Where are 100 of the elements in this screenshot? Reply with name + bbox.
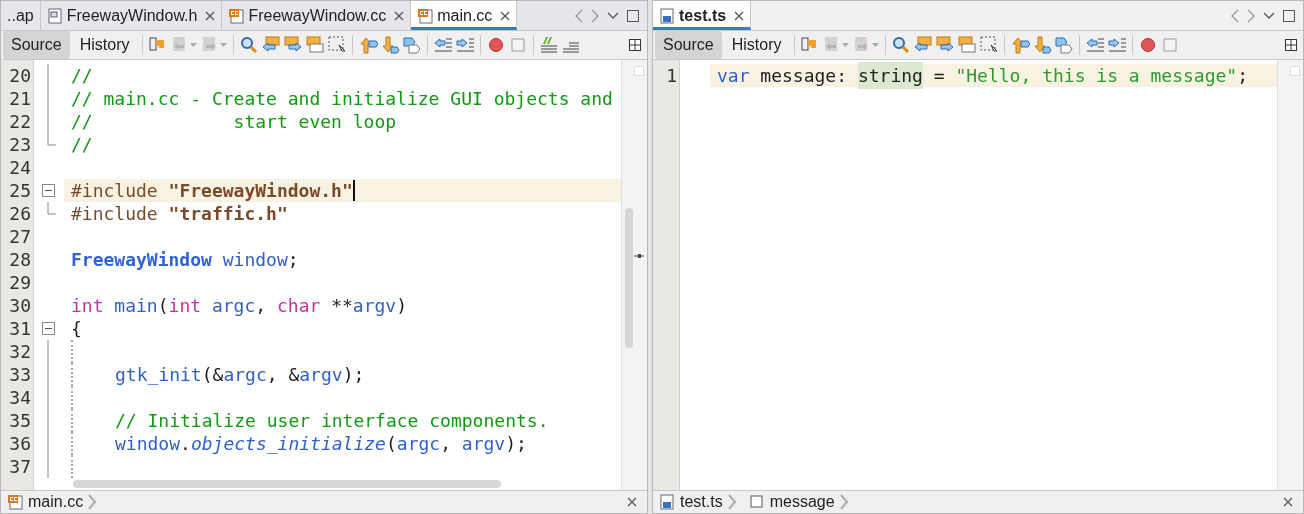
line-number: 31 <box>8 317 32 340</box>
line-number: 35 <box>8 409 32 432</box>
up-arrow-icon[interactable] <box>1010 35 1031 55</box>
scroll-left-icon[interactable] <box>1231 8 1239 23</box>
line-number: 30 <box>8 294 32 317</box>
code-token: . <box>180 432 191 456</box>
code-token: (& <box>201 363 224 387</box>
code-token: argc <box>211 294 256 318</box>
close-icon[interactable] <box>500 11 511 22</box>
line-number: 23 <box>8 133 32 156</box>
breadcrumb[interactable]: test.ts <box>659 490 737 514</box>
search-icon[interactable] <box>239 35 260 55</box>
tag-icon[interactable] <box>402 35 423 55</box>
view-tab[interactable]: Source <box>3 31 70 59</box>
frames-icon[interactable] <box>957 35 978 55</box>
close-icon[interactable] <box>734 11 745 22</box>
code-token: window <box>222 248 288 272</box>
typescript-file-icon <box>659 7 675 24</box>
line-number: 24 <box>8 156 32 179</box>
frames-icon[interactable] <box>305 35 326 55</box>
source-file-icon <box>417 7 434 24</box>
dropdown-icon[interactable] <box>1263 11 1275 20</box>
code-token: "traffic.h" <box>168 202 288 226</box>
code-token: argv <box>461 432 506 456</box>
next-icon[interactable] <box>935 35 956 55</box>
overview-icon <box>634 66 644 76</box>
line-number: 26 <box>8 202 32 225</box>
close-icon[interactable] <box>1283 497 1293 507</box>
code-token: argc <box>223 363 267 387</box>
indent-icon[interactable] <box>1107 35 1128 55</box>
previous-icon[interactable] <box>913 35 934 55</box>
tag-icon[interactable] <box>1054 35 1075 55</box>
code-token: var <box>717 64 750 88</box>
down-arrow-icon[interactable] <box>1032 35 1053 55</box>
horizontal-scrollbar[interactable] <box>73 480 501 488</box>
chevron-icon <box>839 494 849 510</box>
code-token: // start even loop <box>71 110 397 134</box>
close-icon[interactable] <box>205 11 216 22</box>
breadcrumb[interactable]: main.cc <box>7 490 98 514</box>
down-arrow-icon[interactable] <box>380 35 401 55</box>
code-token: ) <box>396 294 408 318</box>
code-token: , <box>440 432 452 456</box>
line-number: 21 <box>8 87 32 110</box>
search-icon[interactable] <box>891 35 912 55</box>
close-icon[interactable] <box>394 11 405 22</box>
line-number: 29 <box>8 271 32 294</box>
code-token: // main.cc - Create and initialize GUI objects and <box>71 87 613 111</box>
code-token: = <box>932 64 946 88</box>
code-token: argv <box>352 294 397 318</box>
selection-icon[interactable] <box>327 35 348 55</box>
collapse-icon[interactable] <box>42 322 55 335</box>
code-token: message: <box>759 64 849 88</box>
header-file-icon <box>46 7 63 24</box>
chevron-icon <box>727 494 737 510</box>
code-token: ); <box>505 432 527 456</box>
maximize-icon[interactable] <box>627 9 639 22</box>
breadcrumb[interactable]: message <box>748 490 849 514</box>
outdent-icon[interactable] <box>1085 35 1106 55</box>
scroll-right-icon[interactable] <box>1247 8 1255 23</box>
comment-icon[interactable] <box>539 35 560 55</box>
editor-tab[interactable]: ..ap <box>1 1 41 30</box>
code-token: "FreewayWindow.h" <box>168 179 353 203</box>
change-marker-icon <box>634 254 644 258</box>
close-icon[interactable] <box>627 497 637 507</box>
vertical-scrollbar[interactable] <box>625 208 633 348</box>
collapse-icon[interactable] <box>42 184 55 197</box>
next-icon[interactable] <box>283 35 304 55</box>
code-token: ** <box>330 294 353 318</box>
overview-icon <box>1290 66 1300 76</box>
code-token: // <box>71 133 93 157</box>
view-tab[interactable]: History <box>723 31 790 59</box>
selection-icon[interactable] <box>979 35 1000 55</box>
view-tab[interactable]: Source <box>655 31 722 59</box>
code-token: argc <box>396 432 441 456</box>
code-token: main <box>114 294 158 318</box>
editor-tab[interactable]: main.cc <box>411 1 518 30</box>
source-file-icon <box>7 494 23 510</box>
editor-tab[interactable]: FreewayWindow.cc <box>222 1 412 30</box>
maximize-icon[interactable] <box>1283 9 1295 22</box>
editor-tab[interactable]: test.ts <box>653 1 752 30</box>
code-token: , & <box>266 363 300 387</box>
scroll-right-icon[interactable] <box>591 8 599 23</box>
line-number: 20 <box>8 64 32 87</box>
dropdown-icon[interactable] <box>607 11 619 20</box>
code-token: window <box>115 432 181 456</box>
scroll-left-icon[interactable] <box>575 8 583 23</box>
code-token: #include <box>71 202 159 226</box>
layout-icon[interactable] <box>1285 39 1297 51</box>
code-token: { <box>71 317 82 341</box>
up-arrow-icon[interactable] <box>358 35 379 55</box>
editor-tab[interactable]: FreewayWindow.h <box>40 1 223 30</box>
line-number: 34 <box>8 386 32 409</box>
layout-icon[interactable] <box>629 39 641 51</box>
outdent-icon[interactable] <box>433 35 454 55</box>
line-number: 33 <box>8 363 32 386</box>
view-tab[interactable]: History <box>71 31 138 59</box>
line-number: 1 <box>665 64 678 87</box>
indent-icon[interactable] <box>455 35 476 55</box>
code-token: argv <box>299 363 343 387</box>
previous-icon[interactable] <box>261 35 282 55</box>
